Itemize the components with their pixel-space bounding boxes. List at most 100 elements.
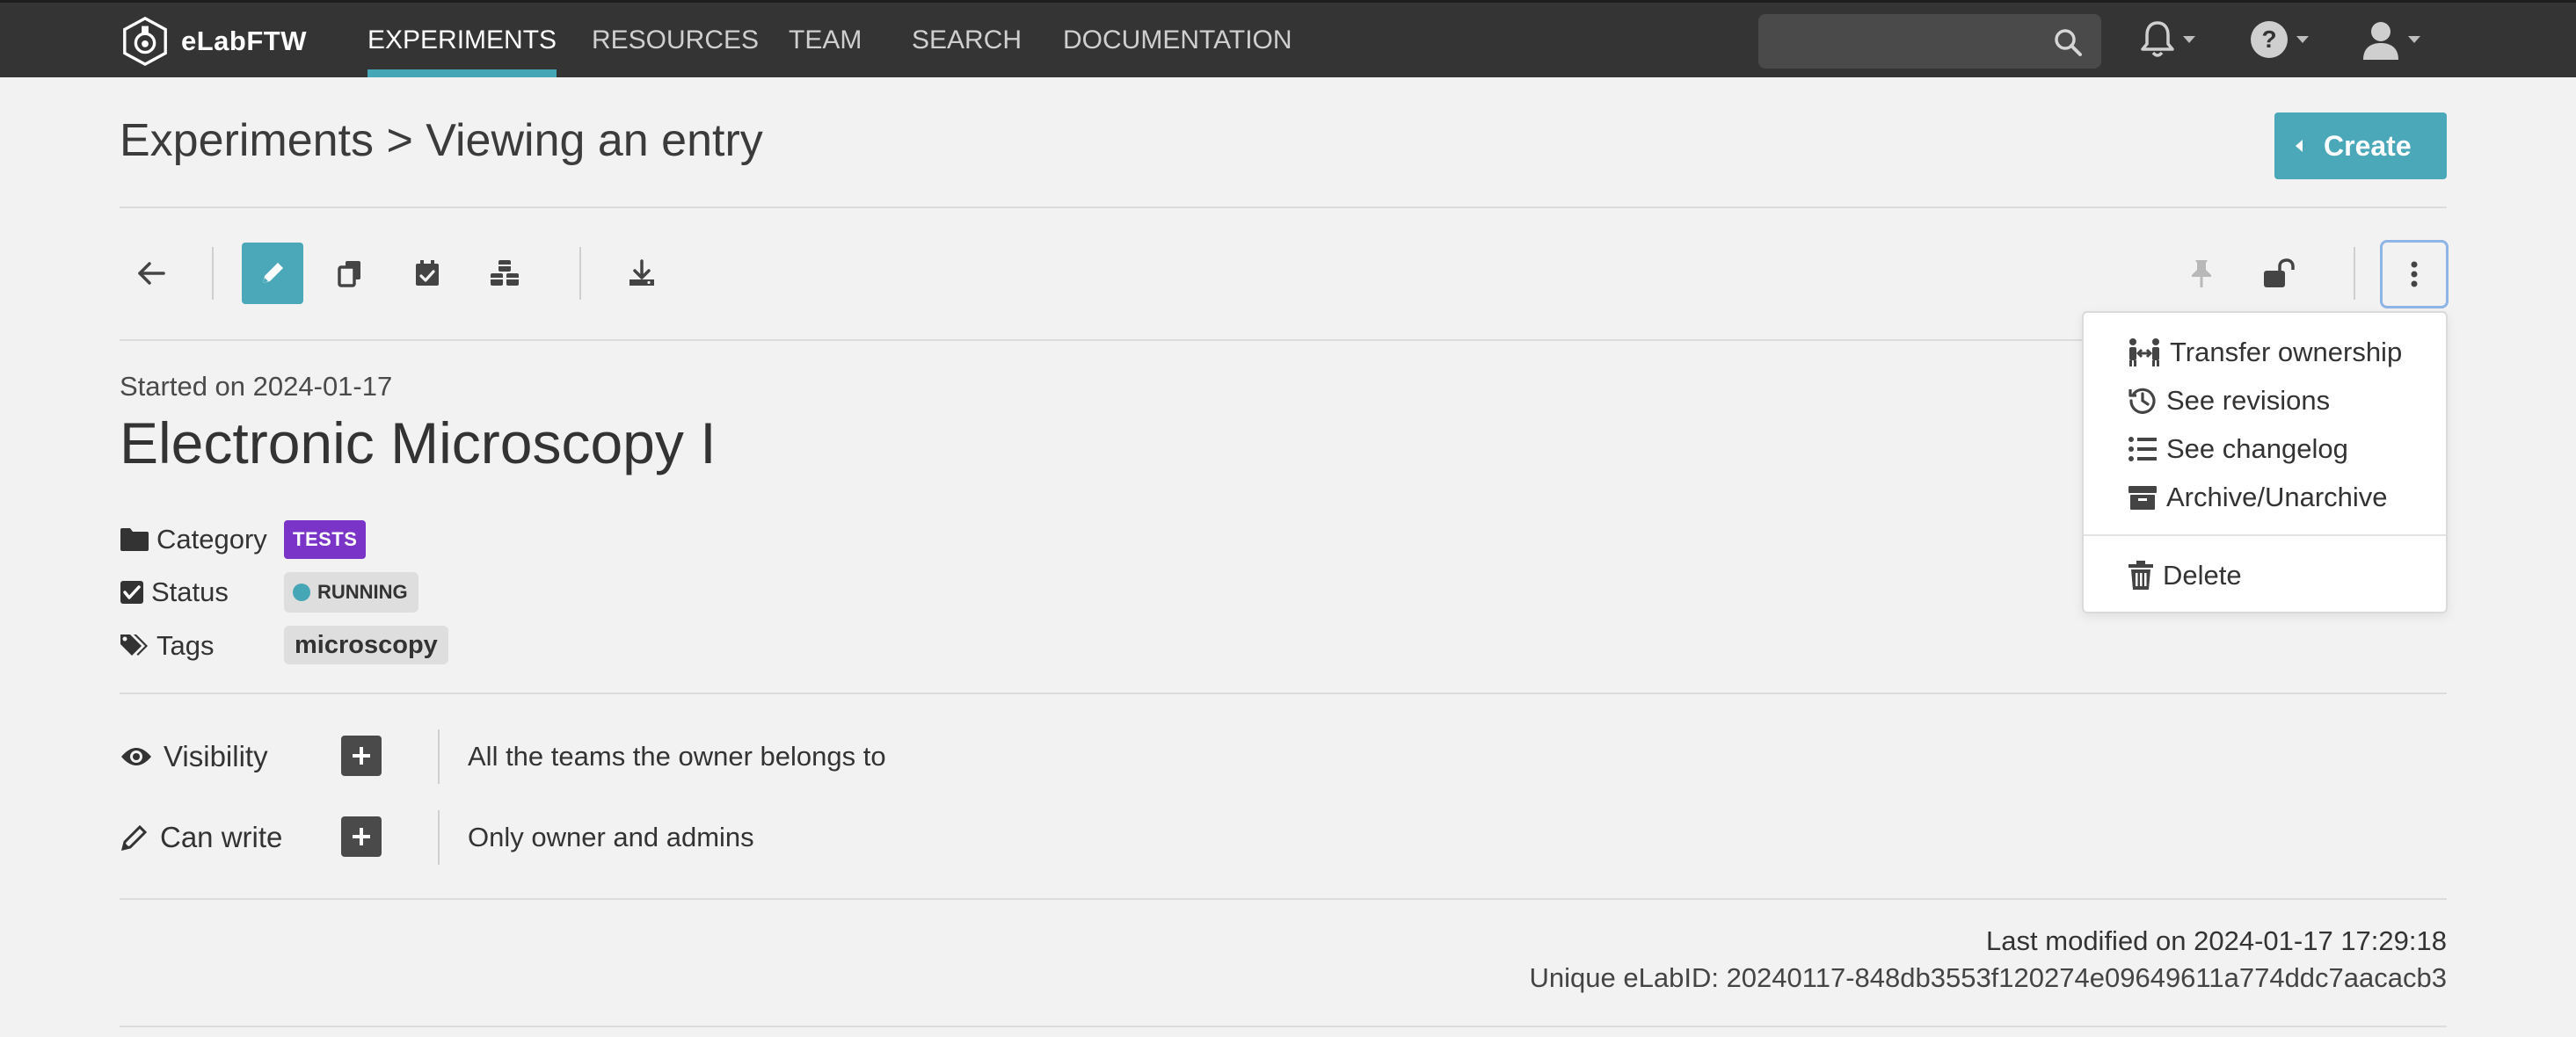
- folder-icon: [120, 528, 149, 551]
- duplicate-button[interactable]: [319, 243, 381, 304]
- menu-item-see-changelog[interactable]: See changelog: [2128, 427, 2348, 471]
- search-icon[interactable]: [2052, 26, 2084, 58]
- pin-button[interactable]: [2171, 243, 2232, 304]
- notifications-dropdown[interactable]: [2139, 15, 2195, 64]
- divider: [120, 693, 2447, 694]
- status-row: Status: [120, 570, 229, 614]
- toolbar-separator: [579, 247, 581, 300]
- menu-divider: [2084, 534, 2446, 536]
- transfer-ownership-icon: [2129, 338, 2159, 366]
- calendar-check-icon: [416, 260, 439, 286]
- toolbar-separator: [2354, 247, 2355, 300]
- nav-documentation[interactable]: DOCUMENTATION: [1063, 3, 1292, 77]
- unlock-icon: [2264, 258, 2295, 287]
- nav-search[interactable]: SEARCH: [912, 3, 1022, 77]
- download-icon: [629, 259, 654, 286]
- back-button[interactable]: [120, 243, 182, 304]
- status-dot: [293, 584, 310, 601]
- search-input[interactable]: [1758, 14, 2048, 69]
- pencil-icon: [263, 263, 283, 283]
- top-navbar: eLabFTW EXPERIMENTS RESOURCES TEAM SEARC…: [0, 0, 2576, 77]
- nav-team[interactable]: TEAM: [789, 3, 862, 77]
- chevron-down-icon: [2408, 36, 2420, 43]
- elabid: Unique eLabID: 20240117-848db3553f120274…: [1529, 962, 2447, 993]
- entry-title: Electronic Microscopy I: [120, 410, 717, 475]
- elabftw-logo-icon: [123, 16, 167, 67]
- status-badge[interactable]: RUNNING: [284, 572, 418, 613]
- schedule-button[interactable]: [397, 243, 458, 304]
- pin-icon: [2192, 260, 2211, 287]
- canwrite-value: Only owner and admins: [468, 822, 754, 852]
- plus-icon: [353, 828, 370, 845]
- user-icon: [2363, 22, 2398, 60]
- chevron-down-icon: [2183, 36, 2195, 43]
- divider: [120, 207, 2447, 208]
- page-title: Experiments > Viewing an entry: [120, 115, 763, 166]
- menu-item-label: Archive/Unarchive: [2166, 482, 2388, 512]
- brand[interactable]: eLabFTW: [120, 15, 307, 68]
- visibility-label: Visibility: [164, 740, 268, 772]
- more-options-button[interactable]: [2380, 240, 2449, 308]
- category-label: Category: [156, 524, 267, 555]
- create-button-label: Create: [2324, 129, 2412, 162]
- more-vertical-icon: [2411, 261, 2418, 287]
- divider: [120, 898, 2447, 900]
- plus-icon: [353, 747, 370, 765]
- nav-experiments[interactable]: EXPERIMENTS: [367, 3, 557, 77]
- menu-item-label: See revisions: [2166, 385, 2331, 416]
- menu-item-delete[interactable]: Delete: [2128, 554, 2242, 598]
- toolbar-separator: [212, 247, 214, 300]
- caret-left-icon: [2296, 140, 2303, 152]
- add-canwrite-button[interactable]: [341, 816, 382, 857]
- navbar-search: [1758, 14, 2101, 69]
- link-resources-button[interactable]: [474, 243, 535, 304]
- user-dropdown[interactable]: [2361, 15, 2420, 64]
- permission-separator: [438, 810, 440, 865]
- status-label: Status: [151, 577, 229, 607]
- bell-icon: [2141, 21, 2174, 57]
- visibility-label-group: Visibility: [120, 735, 268, 779]
- arrow-left-icon: [138, 262, 165, 285]
- add-visibility-button[interactable]: [341, 736, 382, 776]
- lock-button[interactable]: [2248, 243, 2310, 304]
- category-badge[interactable]: TESTS: [284, 520, 367, 559]
- category-row: Category: [120, 518, 267, 562]
- permission-separator: [438, 729, 440, 784]
- archive-icon: [2128, 486, 2157, 510]
- menu-item-label: Transfer ownership: [2170, 337, 2403, 367]
- last-modified: Last modified on 2024-01-17 17:29:18: [1986, 925, 2447, 956]
- pencil-icon: [120, 824, 148, 852]
- canwrite-label-group: Can write: [120, 816, 282, 859]
- tag-badge[interactable]: microscopy: [284, 626, 448, 664]
- started-date: Started on 2024-01-17: [120, 371, 393, 402]
- edit-button[interactable]: [242, 243, 303, 304]
- history-icon: [2128, 388, 2156, 414]
- brand-name: eLabFTW: [181, 25, 307, 56]
- menu-item-archive[interactable]: Archive/Unarchive: [2128, 475, 2388, 519]
- svg-text:?: ?: [2261, 25, 2276, 53]
- divider: [120, 1026, 2447, 1027]
- chevron-down-icon: [2296, 36, 2309, 43]
- nav-resources[interactable]: RESOURCES: [592, 3, 759, 77]
- tags-row: Tags: [120, 624, 214, 668]
- tags-icon: [120, 635, 148, 656]
- menu-item-transfer-ownership[interactable]: Transfer ownership: [2128, 330, 2402, 374]
- status-value: RUNNING: [317, 581, 408, 603]
- canwrite-label: Can write: [160, 821, 283, 853]
- checkbox-icon: [120, 581, 143, 604]
- create-button[interactable]: Create: [2274, 112, 2447, 179]
- help-dropdown[interactable]: ?: [2249, 15, 2309, 64]
- trash-icon: [2128, 561, 2153, 590]
- help-icon: ?: [2251, 21, 2288, 58]
- cubes-icon: [491, 260, 519, 286]
- duplicate-icon: [338, 261, 360, 287]
- list-icon: [2128, 437, 2157, 461]
- export-button[interactable]: [611, 243, 673, 304]
- eye-icon: [121, 748, 151, 765]
- menu-item-label: Delete: [2163, 560, 2242, 591]
- tags-label: Tags: [156, 630, 215, 661]
- menu-item-see-revisions[interactable]: See revisions: [2128, 379, 2330, 423]
- more-options-menu: Transfer ownership See revisions See cha…: [2082, 311, 2448, 613]
- menu-item-label: See changelog: [2166, 433, 2348, 464]
- visibility-value: All the teams the owner belongs to: [468, 741, 886, 772]
